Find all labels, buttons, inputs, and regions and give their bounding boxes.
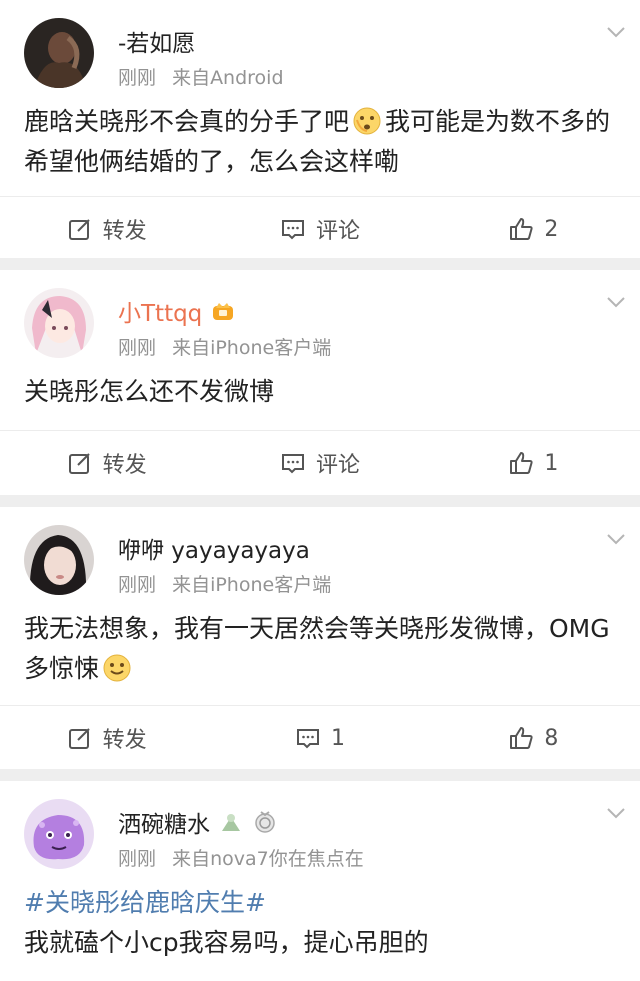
repost-label: 转发 [102, 219, 147, 244]
action-bar: 转发 评论 1 [0, 430, 640, 495]
like-count: 2 [544, 216, 559, 242]
like-button[interactable]: 8 [427, 725, 640, 751]
post-text: 我无法想象，我有一天居然会等关晓彤发微博，OMG多惊悚 [0, 601, 640, 689]
chevron-down-icon[interactable] [604, 290, 628, 314]
post-header: 咿咿 yayayayaya 刚刚 来自iPhone客户端 [0, 507, 640, 601]
post-card: 小Tttqq 刚刚 来自iPhone客户端 关晓彤怎么还不发微博 转发 评论 1 [0, 270, 640, 495]
post-source: 来自iPhone客户端 [172, 574, 332, 596]
post-meta: 刚刚 来自Android [118, 63, 284, 90]
username[interactable]: 小Tttqq [118, 294, 202, 328]
post-text-part: 我就磕个小cp我容易吗，提心吊胆的 [24, 928, 429, 957]
post-source: 来自Android [172, 67, 284, 89]
post-meta: 刚刚 来自nova7你在焦点在 [118, 844, 364, 871]
repost-button[interactable]: 转发 [0, 722, 213, 754]
emoji-icon [353, 107, 381, 135]
username[interactable]: 洒碗糖水 [118, 805, 210, 839]
post-text-part: 关晓彤怎么还不发微博 [24, 377, 275, 406]
comment-box-icon [281, 454, 304, 474]
like-button[interactable]: 1 [427, 450, 640, 476]
thumbs-up-icon [510, 452, 533, 474]
comment-count: 1 [330, 725, 345, 751]
thumbs-up-icon [510, 218, 533, 240]
comment-button[interactable]: 1 [213, 725, 426, 751]
edit-square-icon [68, 728, 90, 749]
like-button[interactable]: 2 [427, 216, 640, 242]
avatar[interactable] [24, 18, 94, 88]
name-row: 咿咿 yayayayaya [118, 532, 310, 564]
post-time: 刚刚 [118, 574, 157, 596]
chevron-down-icon[interactable] [604, 801, 628, 825]
chevron-down-icon[interactable] [604, 527, 628, 551]
comment-box-icon [296, 729, 319, 749]
post-source: 来自nova7你在焦点在 [172, 848, 364, 870]
repost-button[interactable]: 转发 [0, 213, 213, 245]
comment-feed: -若如愿 刚刚 来自Android 鹿晗关晓彤不会真的分手了吧 我可能是为数不多的… [0, 0, 640, 981]
post-meta: 刚刚 来自iPhone客户端 [118, 570, 331, 597]
post-header: -若如愿 刚刚 来自Android [0, 0, 640, 94]
username[interactable]: 咿咿 yayayayaya [118, 531, 310, 565]
thumbs-up-icon [510, 727, 533, 749]
avatar[interactable] [24, 288, 94, 358]
comment-button[interactable]: 评论 [213, 213, 426, 245]
username[interactable]: -若如愿 [118, 24, 195, 58]
post-time: 刚刚 [118, 848, 157, 870]
avatar[interactable] [24, 799, 94, 869]
name-row: 洒碗糖水 [118, 806, 278, 838]
hashtag-link[interactable]: #关晓彤给鹿晗庆生# [24, 883, 612, 923]
avatar[interactable] [24, 525, 94, 595]
comment-label: 评论 [315, 219, 360, 244]
medal-icon [255, 811, 275, 833]
post-time: 刚刚 [118, 67, 157, 89]
comment-button[interactable]: 评论 [213, 447, 426, 479]
action-bar: 转发 评论 2 [0, 196, 640, 261]
post-time: 刚刚 [118, 337, 157, 359]
action-bar: 转发 1 8 [0, 705, 640, 770]
post-source: 来自iPhone客户端 [172, 337, 332, 359]
post-text: #关晓彤给鹿晗庆生# 我就磕个小cp我容易吗，提心吊胆的 [0, 875, 640, 963]
like-count: 1 [544, 450, 559, 476]
post-card: 咿咿 yayayayaya 刚刚 来自iPhone客户端 我无法想象，我有一天居… [0, 507, 640, 769]
repost-label: 转发 [102, 728, 147, 753]
edit-square-icon [68, 219, 90, 240]
chevron-down-icon[interactable] [604, 20, 628, 44]
repost-label: 转发 [102, 453, 147, 478]
post-header: 洒碗糖水 刚刚 来自nova7你在焦点在 [0, 781, 640, 875]
comment-label: 评论 [315, 453, 360, 478]
name-row: 小Tttqq [118, 295, 236, 327]
repost-button[interactable]: 转发 [0, 447, 213, 479]
post-meta: 刚刚 来自iPhone客户端 [118, 333, 331, 360]
comment-box-icon [281, 220, 304, 240]
smile-emoji-icon [103, 654, 131, 682]
post-text-part: 鹿晗关晓彤不会真的分手了吧 [24, 107, 350, 136]
vip-crown-icon [213, 303, 234, 320]
edit-square-icon [68, 453, 90, 474]
like-count: 8 [544, 725, 559, 751]
post-text: 关晓彤怎么还不发微博 [0, 364, 640, 412]
post-header: 小Tttqq 刚刚 来自iPhone客户端 [0, 270, 640, 364]
fan-badge-icon [222, 814, 240, 831]
post-card: -若如愿 刚刚 来自Android 鹿晗关晓彤不会真的分手了吧 我可能是为数不多的… [0, 0, 640, 258]
name-row: -若如愿 [118, 25, 195, 57]
post-card: 洒碗糖水 刚刚 来自nova7你在焦点在 #关晓彤给鹿晗庆生# 我就磕个小cp我… [0, 781, 640, 981]
post-text: 鹿晗关晓彤不会真的分手了吧 我可能是为数不多的希望他俩结婚的了，怎么会这样嘞 [0, 94, 640, 182]
